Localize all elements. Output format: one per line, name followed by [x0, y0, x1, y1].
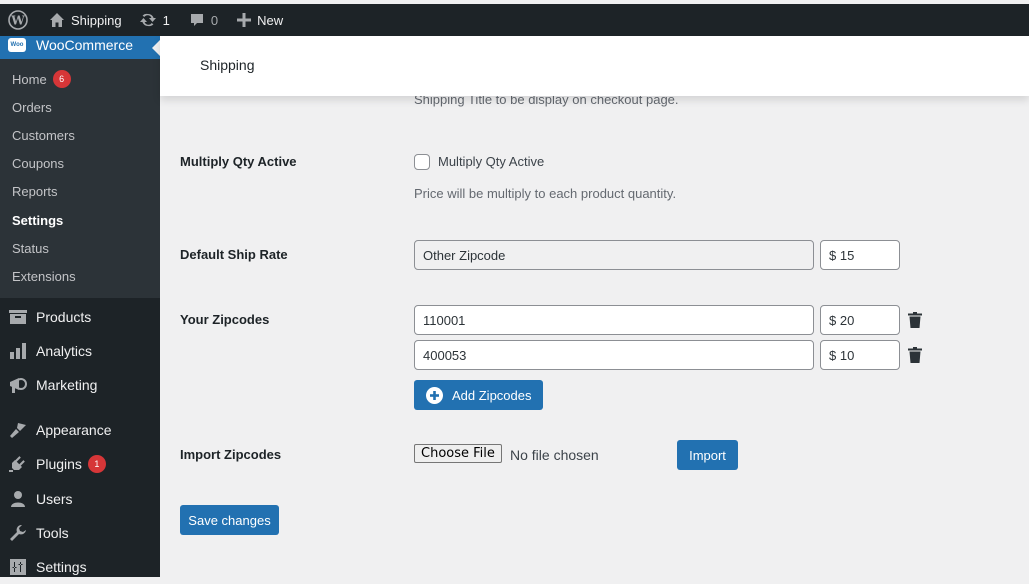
- updates-icon: [139, 12, 157, 28]
- sidebar-item-tools[interactable]: Tools: [0, 516, 160, 550]
- sidebar-item-settings[interactable]: Settings: [0, 550, 160, 584]
- notification-badge: 1: [88, 455, 106, 473]
- comment-icon: [189, 12, 205, 28]
- submenu-item-label: Status: [12, 241, 49, 256]
- sidebar-item-plugins[interactable]: Plugins 1: [0, 447, 160, 481]
- sidebar-item-woocommerce[interactable]: Woo WooCommerce: [0, 36, 160, 59]
- file-status: No file chosen: [510, 447, 599, 463]
- submenu-item-status[interactable]: Status: [0, 234, 160, 262]
- add-zipcodes-label: Add Zipcodes: [452, 388, 532, 403]
- updates-link[interactable]: 1: [129, 4, 177, 36]
- sidebar-item-label: Settings: [36, 559, 87, 575]
- archive-icon: [9, 309, 27, 325]
- submenu-item-label: Reports: [12, 184, 58, 199]
- sliders-icon: [10, 559, 26, 575]
- megaphone-icon: [9, 376, 27, 394]
- wordpress-logo-button[interactable]: W: [0, 4, 35, 36]
- zipcode-input[interactable]: 400053: [414, 340, 814, 370]
- submenu-item-label: Orders: [12, 100, 52, 115]
- submenu-item-reports[interactable]: Reports: [0, 178, 160, 206]
- multiply-qty-checkbox-label[interactable]: Multiply Qty Active: [438, 154, 544, 169]
- svg-text:W: W: [10, 14, 25, 28]
- submenu-item-label: Customers: [12, 128, 75, 143]
- submenu-item-coupons[interactable]: Coupons: [0, 150, 160, 178]
- page-title: Shipping: [200, 57, 255, 73]
- save-changes-button[interactable]: Save changes: [180, 505, 279, 535]
- site-name-link[interactable]: Shipping: [35, 4, 129, 36]
- zipcode-input[interactable]: 110001: [414, 305, 814, 335]
- submenu-item-customers[interactable]: Customers: [0, 121, 160, 149]
- plug-icon: [9, 455, 27, 473]
- submenu-item-settings[interactable]: Settings: [0, 206, 160, 234]
- site-name: Shipping: [71, 13, 122, 28]
- user-icon: [10, 490, 26, 508]
- woocommerce-submenu: Home 6 Orders Customers Coupons Reports …: [0, 59, 160, 298]
- updates-count: 1: [163, 13, 170, 28]
- sidebar-item-analytics[interactable]: Analytics: [0, 334, 160, 368]
- sidebar-item-products[interactable]: Products: [0, 300, 160, 334]
- import-zipcodes-label: Import Zipcodes: [180, 447, 281, 462]
- submenu-item-extensions[interactable]: Extensions: [0, 262, 160, 290]
- home-icon: [49, 12, 65, 28]
- wordpress-logo-icon: W: [8, 10, 28, 30]
- zipcode-price-input[interactable]: $ 10: [820, 340, 900, 370]
- paintbrush-icon: [9, 421, 27, 439]
- submenu-item-label: Settings: [12, 213, 63, 228]
- submenu-item-label: Extensions: [12, 269, 76, 284]
- choose-file-button[interactable]: Choose File: [414, 444, 502, 463]
- admin-sidebar: Woo WooCommerce Home 6 Orders Customers …: [0, 36, 160, 577]
- your-zipcodes-label: Your Zipcodes: [180, 312, 269, 327]
- trash-icon[interactable]: [908, 347, 922, 363]
- submenu-item-home[interactable]: Home 6: [0, 65, 160, 93]
- admin-bar: W Shipping 1 0 New: [0, 4, 1029, 36]
- comments-link[interactable]: 0: [177, 4, 225, 36]
- multiply-qty-label: Multiply Qty Active: [180, 154, 297, 169]
- trash-icon[interactable]: [908, 312, 922, 328]
- sidebar-item-users[interactable]: Users: [0, 481, 160, 515]
- multiply-qty-description: Price will be multiply to each product q…: [414, 186, 676, 201]
- plus-icon: [237, 13, 251, 27]
- plus-circle-icon: [426, 387, 443, 404]
- sidebar-item-label: Marketing: [36, 377, 97, 393]
- new-label: New: [257, 13, 283, 28]
- sidebar-item-marketing[interactable]: Marketing: [0, 368, 160, 402]
- notification-badge: 6: [53, 70, 71, 88]
- default-ship-rate-label: Default Ship Rate: [180, 247, 288, 262]
- wrench-icon: [9, 524, 27, 542]
- comments-count: 0: [211, 13, 218, 28]
- menu-separator: [0, 402, 160, 413]
- sidebar-item-label: Analytics: [36, 343, 92, 359]
- zipcode-price-input[interactable]: $ 20: [820, 305, 900, 335]
- settings-form: Shipping Title to be display on checkout…: [160, 36, 1029, 577]
- submenu-item-label: Coupons: [12, 156, 64, 171]
- sidebar-item-label: Plugins: [36, 456, 82, 472]
- main-menu: Products Analytics Marketing Appearance …: [0, 298, 160, 584]
- sidebar-item-label: Users: [36, 491, 73, 507]
- new-content-link[interactable]: New: [225, 4, 290, 36]
- default-price-input[interactable]: $ 15: [820, 240, 900, 270]
- sidebar-item-appearance[interactable]: Appearance: [0, 413, 160, 447]
- page-header: Shipping: [160, 36, 1029, 96]
- default-zipcode-field: Other Zipcode: [414, 240, 814, 270]
- bar-chart-icon: [9, 343, 27, 359]
- add-zipcodes-button[interactable]: Add Zipcodes: [414, 380, 543, 410]
- sidebar-item-label: WooCommerce: [36, 37, 133, 53]
- sidebar-item-label: Tools: [36, 525, 69, 541]
- sidebar-item-label: Appearance: [36, 422, 112, 438]
- submenu-item-label: Home: [12, 72, 47, 87]
- current-menu-arrow: [152, 40, 160, 56]
- sidebar-item-label: Products: [36, 309, 91, 325]
- woocommerce-icon: Woo: [8, 38, 26, 52]
- import-button[interactable]: Import: [677, 440, 738, 470]
- submenu-item-orders[interactable]: Orders: [0, 93, 160, 121]
- multiply-qty-checkbox[interactable]: [414, 154, 430, 170]
